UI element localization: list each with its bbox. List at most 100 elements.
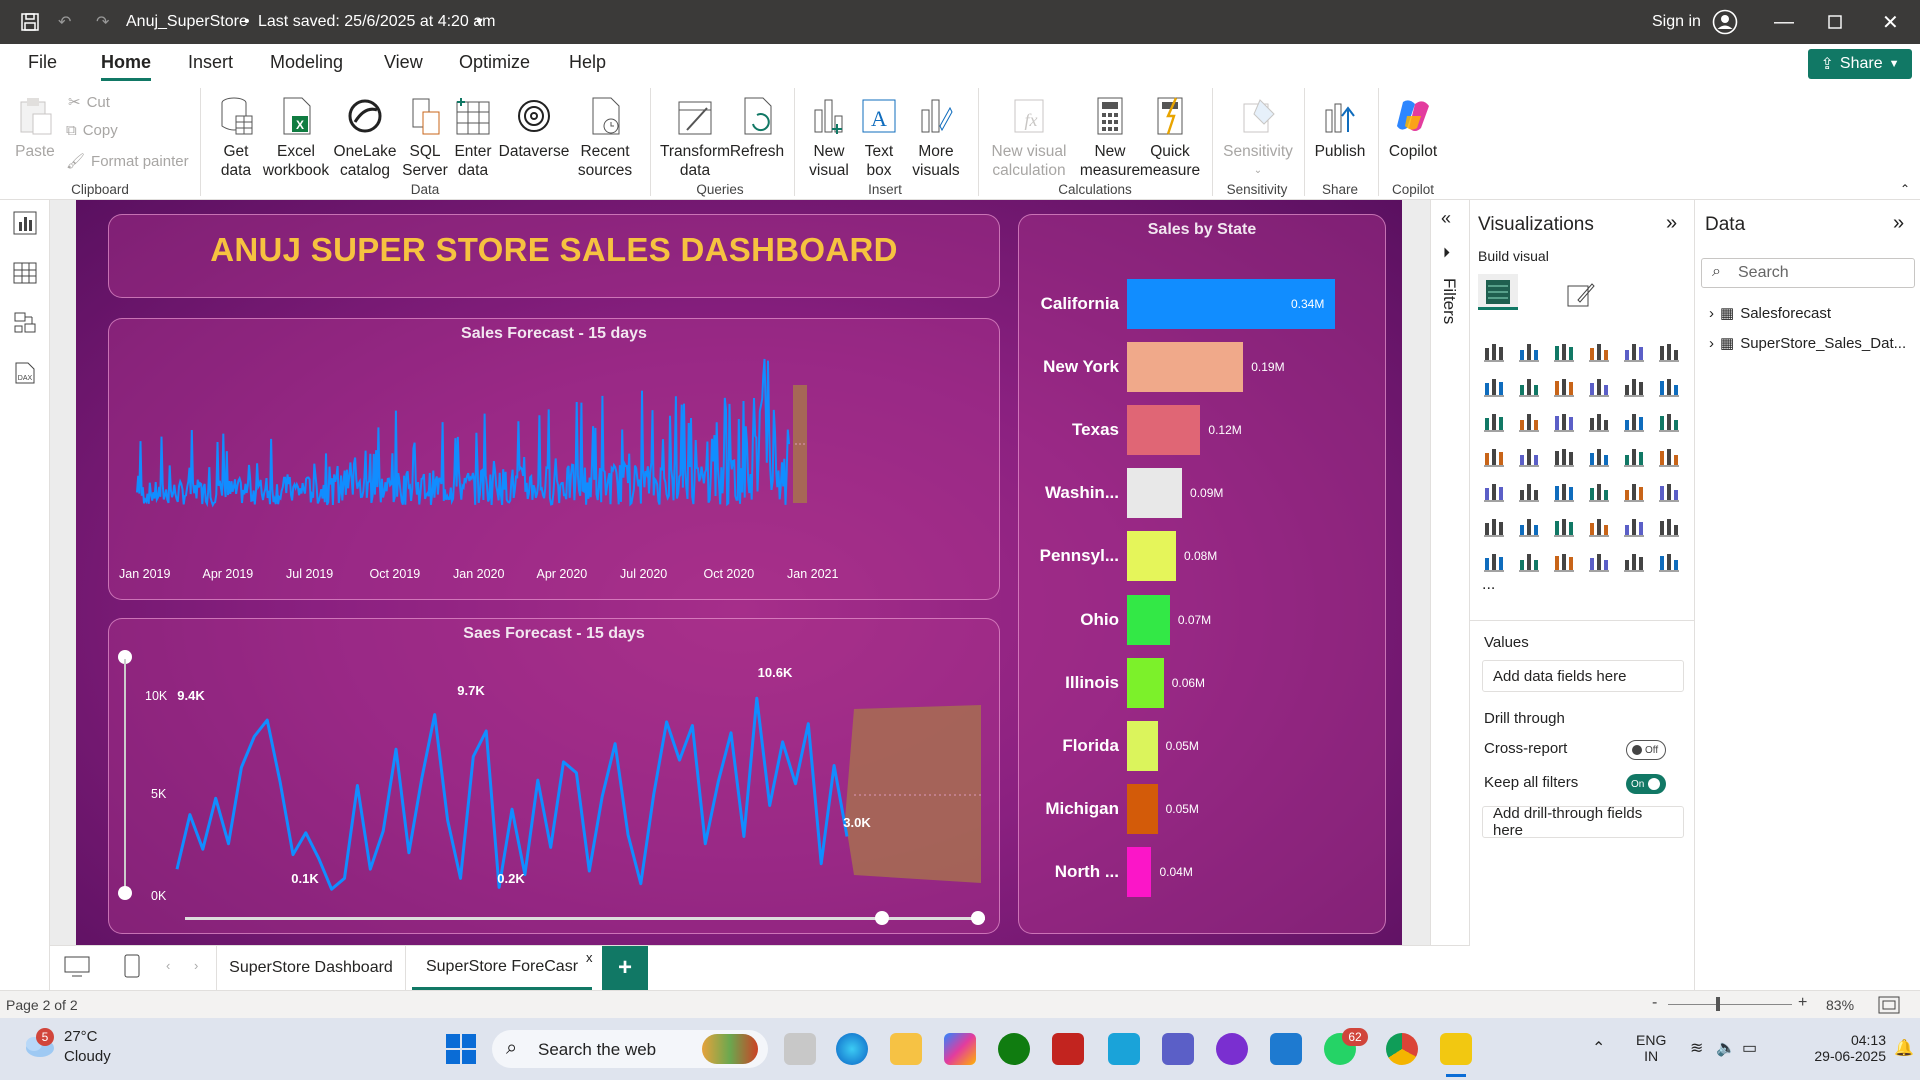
keep-filters-toggle[interactable]: On bbox=[1626, 774, 1666, 794]
collapse-visualizations-icon[interactable]: » bbox=[1666, 212, 1677, 235]
drill-through-drop-zone[interactable]: Add drill-through fields here bbox=[1482, 805, 1684, 839]
visual-type-icon[interactable] bbox=[1587, 445, 1611, 469]
cross-report-toggle[interactable]: Off bbox=[1626, 740, 1666, 760]
more-visuals-ellipsis[interactable]: ... bbox=[1482, 576, 1495, 594]
collapse-ribbon-icon[interactable]: ⌃ bbox=[1900, 182, 1910, 196]
menu-home[interactable]: Home bbox=[101, 52, 152, 81]
visual-type-icon[interactable] bbox=[1657, 445, 1681, 469]
state-bar[interactable] bbox=[1127, 720, 1158, 771]
format-painter-button[interactable]: 🖌 Format painter bbox=[66, 152, 189, 171]
share-button[interactable]: ⇪ Share ▼ bbox=[1808, 49, 1912, 79]
state-bar[interactable] bbox=[1127, 405, 1201, 456]
visual-type-icon[interactable] bbox=[1622, 340, 1646, 364]
visual-type-icon[interactable] bbox=[1552, 550, 1576, 574]
menu-optimize[interactable]: Optimize bbox=[459, 52, 530, 73]
saes-forecast-chart[interactable]: Saes Forecast - 15 days 10K 5K 0K 9.4K 9… bbox=[108, 618, 1000, 934]
menu-file[interactable]: File bbox=[28, 52, 57, 73]
remote-desktop-icon[interactable] bbox=[1108, 1033, 1140, 1065]
format-visual-tab[interactable] bbox=[1564, 278, 1596, 313]
save-icon[interactable] bbox=[20, 0, 40, 44]
refresh-button[interactable]: Refresh bbox=[730, 94, 784, 161]
file-explorer-icon[interactable] bbox=[890, 1033, 922, 1065]
clock[interactable]: 04:13 29-06-2025 bbox=[1786, 1032, 1886, 1064]
table-item-salesforecast[interactable]: › ▦ Salesforecast bbox=[1709, 304, 1831, 323]
menu-view[interactable]: View bbox=[384, 52, 423, 73]
excel-workbook-button[interactable]: X Excel workbook bbox=[262, 94, 330, 180]
x-slider-end-handle[interactable] bbox=[971, 911, 985, 925]
add-page-button[interactable]: + bbox=[602, 946, 648, 990]
menu-modeling[interactable]: Modeling bbox=[270, 52, 343, 73]
visual-type-icon[interactable] bbox=[1517, 515, 1541, 539]
wifi-icon[interactable]: ≋ bbox=[1690, 1038, 1703, 1058]
visual-type-icon[interactable] bbox=[1482, 515, 1506, 539]
vscode-icon[interactable] bbox=[1270, 1033, 1302, 1065]
sql-server-button[interactable]: SQL Server bbox=[400, 94, 450, 180]
battery-icon[interactable]: ▭ bbox=[1742, 1038, 1757, 1058]
visual-type-icon[interactable] bbox=[1657, 340, 1681, 364]
tab-next-icon[interactable]: › bbox=[194, 958, 198, 973]
cut-button[interactable]: ✂ Cut bbox=[68, 93, 110, 112]
visual-type-icon[interactable] bbox=[1482, 445, 1506, 469]
visual-type-icon[interactable] bbox=[1552, 410, 1576, 434]
new-visual-calculation-button[interactable]: fx New visual calculation bbox=[986, 94, 1072, 180]
visual-type-icon[interactable] bbox=[1552, 445, 1576, 469]
tab-prev-icon[interactable]: ‹ bbox=[166, 958, 170, 973]
notification-icon[interactable]: 🔔 bbox=[1894, 1038, 1914, 1058]
state-bar[interactable] bbox=[1127, 657, 1164, 708]
zoom-slider-thumb[interactable] bbox=[1716, 997, 1720, 1011]
visual-type-icon[interactable] bbox=[1587, 340, 1611, 364]
visual-type-icon[interactable] bbox=[1657, 480, 1681, 504]
account-icon[interactable] bbox=[1712, 0, 1738, 44]
new-visual-button[interactable]: New visual bbox=[804, 94, 854, 180]
teams-icon[interactable] bbox=[1162, 1033, 1194, 1065]
fit-to-page-icon[interactable] bbox=[1878, 996, 1900, 1017]
x-slider-start-handle[interactable] bbox=[875, 911, 889, 925]
visual-type-icon[interactable] bbox=[1482, 340, 1506, 364]
windows-start-icon[interactable] bbox=[446, 1034, 476, 1067]
visual-type-icon[interactable] bbox=[1657, 375, 1681, 399]
zoom-in-button[interactable]: + bbox=[1798, 994, 1807, 1012]
publish-button[interactable]: Publish bbox=[1310, 94, 1370, 161]
values-drop-zone[interactable]: Add data fields here bbox=[1482, 660, 1684, 692]
paste-button[interactable]: Paste bbox=[12, 94, 58, 161]
visual-type-icon[interactable] bbox=[1552, 515, 1576, 539]
sales-forecast-chart[interactable]: Sales Forecast - 15 days Jan 2019 Apr 201… bbox=[108, 318, 1000, 600]
show-hidden-icons[interactable]: ⌃ bbox=[1592, 1038, 1605, 1058]
visual-type-icon[interactable] bbox=[1622, 480, 1646, 504]
maximize-icon[interactable] bbox=[1828, 0, 1842, 44]
visual-type-icon[interactable] bbox=[1657, 410, 1681, 434]
state-bar[interactable] bbox=[1127, 531, 1176, 582]
onelake-catalog-button[interactable]: OneLake catalog bbox=[332, 94, 398, 180]
get-data-button[interactable]: Get data bbox=[210, 94, 262, 180]
media-player-icon[interactable] bbox=[1216, 1033, 1248, 1065]
data-search-box[interactable]: ⌕ Search bbox=[1701, 258, 1915, 288]
visual-type-icon[interactable] bbox=[1482, 410, 1506, 434]
more-visuals-button[interactable]: More visuals bbox=[904, 94, 968, 180]
mobile-layout-icon[interactable] bbox=[124, 954, 140, 981]
visual-type-icon[interactable] bbox=[1622, 445, 1646, 469]
close-tab-icon[interactable]: x bbox=[586, 950, 593, 965]
minimize-icon[interactable]: — bbox=[1774, 0, 1794, 44]
visual-type-icon[interactable] bbox=[1622, 375, 1646, 399]
visual-type-icon[interactable] bbox=[1517, 375, 1541, 399]
volume-icon[interactable]: 🔈 bbox=[1716, 1038, 1736, 1058]
state-bar[interactable] bbox=[1127, 468, 1183, 519]
recent-sources-button[interactable]: Recent sources bbox=[570, 94, 640, 180]
dax-query-view-icon[interactable]: DAX bbox=[12, 360, 38, 386]
zoom-out-button[interactable]: - bbox=[1652, 994, 1657, 1012]
taskbar-search-box[interactable]: ⌕ Search the web bbox=[492, 1030, 768, 1068]
collapse-data-icon[interactable]: » bbox=[1893, 212, 1904, 235]
visual-type-icon[interactable] bbox=[1482, 480, 1506, 504]
table-view-icon[interactable] bbox=[12, 260, 38, 286]
visual-type-icon[interactable] bbox=[1622, 410, 1646, 434]
visual-type-icon[interactable] bbox=[1587, 480, 1611, 504]
game-app-icon[interactable] bbox=[1052, 1033, 1084, 1065]
state-bar[interactable] bbox=[1127, 594, 1170, 645]
visual-type-icon[interactable] bbox=[1552, 375, 1576, 399]
state-bar[interactable] bbox=[1127, 846, 1152, 897]
title-dropdown-icon[interactable]: ▼ bbox=[474, 0, 485, 44]
language-indicator[interactable]: ENG IN bbox=[1636, 1032, 1666, 1064]
dataverse-button[interactable]: Dataverse bbox=[498, 94, 570, 161]
menu-insert[interactable]: Insert bbox=[188, 52, 233, 73]
desktop-layout-icon[interactable] bbox=[64, 956, 90, 981]
